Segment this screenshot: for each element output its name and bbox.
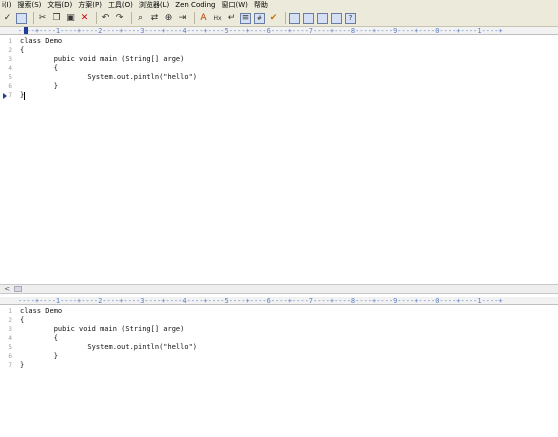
indent-icon[interactable]: ⇥ — [177, 13, 188, 24]
code-line: 4 { — [0, 64, 558, 73]
line-number: 7 — [8, 92, 12, 99]
code-line: 5 System.out.pintln("hello") — [0, 73, 558, 82]
help-icon[interactable]: ? — [345, 12, 356, 24]
find-in-files-icon[interactable]: ⊕ — [163, 13, 174, 24]
code-line: 6 } — [0, 82, 558, 91]
window-icon[interactable] — [289, 12, 300, 24]
code-line: 3 pubic void main (String[] arge) — [0, 55, 558, 64]
line-number: 3 — [8, 56, 12, 63]
wrap-icon[interactable]: ↵ — [226, 13, 237, 24]
code-line: 4 { — [0, 334, 558, 343]
cut-icon[interactable]: ✂ — [37, 13, 48, 24]
undo-icon[interactable]: ↶ — [100, 13, 111, 24]
line-number: 6 — [8, 83, 12, 90]
window-tile-icon[interactable] — [303, 12, 314, 24]
code-line: 5 System.out.pintln("hello") — [0, 343, 558, 352]
line-text: class Demo — [20, 37, 63, 45]
line-number: 2 — [8, 317, 12, 324]
code-line: 7 } — [0, 361, 558, 370]
line-number: 1 — [8, 38, 12, 45]
code-line: 2 { — [0, 316, 558, 325]
line-number: 2 — [8, 47, 12, 54]
find-icon[interactable]: ⌕ — [135, 13, 146, 24]
code-lines: 1 class Demo 2 { 3 pubic void main (Stri… — [0, 37, 558, 100]
line-number: 5 — [8, 74, 12, 81]
ruler-top: ----+----1----+----2----+----3----+----4… — [0, 27, 558, 35]
menu-item-browser[interactable]: 浏览器(L) — [137, 0, 173, 10]
line-number: 1 — [8, 308, 12, 315]
toolbar-separator — [131, 12, 132, 24]
paste-icon[interactable]: ▣ — [65, 13, 76, 24]
toolbar-separator — [194, 12, 195, 24]
menu-item-help[interactable]: 帮助 — [252, 0, 272, 10]
menu-item-window[interactable]: 窗口(W) — [220, 0, 252, 10]
code-line: 3 pubic void main (String[] arge) — [0, 325, 558, 334]
line-text: pubic void main (String[] arge) — [20, 325, 185, 333]
code-line: 6 } — [0, 352, 558, 361]
code-line: 1 class Demo — [0, 37, 558, 46]
line-number: 4 — [8, 335, 12, 342]
save-icon[interactable]: ✓ — [2, 13, 13, 24]
menu-item-tools[interactable]: 工具(O) — [106, 0, 137, 10]
line-number: 5 — [8, 344, 12, 351]
menu-item-edit[interactable]: i(I) — [0, 0, 15, 10]
toolbar-separator — [33, 12, 34, 24]
text-caret — [24, 92, 25, 100]
copy-icon[interactable]: ❐ — [51, 13, 62, 24]
menu-item-search[interactable]: 搜索(S) — [15, 0, 45, 10]
line-number: 3 — [8, 326, 12, 333]
toolbar: ✓ ✂ ❐ ▣ ✕ ↶ ↷ ⌕ ⇄ ⊕ ⇥ A Hx ↵ ≡ # ✔ ? — [0, 10, 558, 27]
ruler-ticks: ----+----1----+----2----+----3----+----4… — [18, 27, 503, 35]
code-line: 2 { — [0, 46, 558, 55]
ruler-cursor-marker — [24, 27, 28, 34]
line-text: { — [20, 334, 58, 342]
list-icon[interactable]: ≡ — [240, 12, 251, 24]
replace-icon[interactable]: ⇄ — [149, 13, 160, 24]
editor-pane-top[interactable]: 1 class Demo 2 { 3 pubic void main (Stri… — [0, 35, 558, 284]
redo-icon[interactable]: ↷ — [114, 13, 125, 24]
save-all-icon[interactable] — [16, 12, 27, 24]
line-number: 6 — [8, 353, 12, 360]
line-text: { — [20, 316, 25, 324]
line-text: } — [20, 82, 58, 90]
menu-bar: i(I) 搜索(S) 文档(D) 方案(P) 工具(O) 浏览器(L) Zen … — [0, 0, 558, 10]
line-text: System.out.pintln("hello") — [20, 73, 198, 81]
code-line: 1 class Demo — [0, 307, 558, 316]
menu-item-scheme[interactable]: 方案(P) — [76, 0, 106, 10]
menu-item-zen-coding[interactable]: Zen Coding — [173, 0, 219, 10]
toolbar-separator — [96, 12, 97, 24]
line-text: } — [20, 352, 58, 360]
line-text: { — [20, 64, 58, 72]
window-cascade-icon[interactable] — [317, 12, 328, 24]
menu-item-document[interactable]: 文档(D) — [45, 0, 76, 10]
hex-icon[interactable]: Hx — [212, 13, 223, 24]
ruler-bottom: ----+----1----+----2----+----3----+----4… — [0, 297, 558, 305]
scroll-left-icon[interactable]: < — [1, 285, 13, 293]
line-text: System.out.pintln("hello") — [20, 343, 198, 351]
line-numbers-icon[interactable]: # — [254, 12, 265, 24]
horizontal-scrollbar[interactable]: < — [0, 284, 558, 294]
font-size-icon[interactable]: A — [198, 13, 209, 24]
line-text: pubic void main (String[] arge) — [20, 55, 185, 63]
line-text: { — [20, 46, 25, 54]
spell-check-icon[interactable]: ✔ — [268, 13, 279, 24]
line-number: 4 — [8, 65, 12, 72]
line-number: 7 — [8, 362, 12, 369]
window-list-icon[interactable] — [331, 12, 342, 24]
code-lines: 1 class Demo 2 { 3 pubic void main (Stri… — [0, 307, 558, 370]
delete-icon[interactable]: ✕ — [79, 13, 90, 24]
toolbar-separator — [285, 12, 286, 24]
code-line-current: 7 } — [0, 91, 558, 100]
scroll-thumb[interactable] — [14, 286, 22, 292]
ruler-ticks: ----+----1----+----2----+----3----+----4… — [18, 297, 503, 305]
editor-pane-bottom[interactable]: 1 class Demo 2 { 3 pubic void main (Stri… — [0, 305, 558, 437]
line-text: } — [20, 361, 25, 369]
line-text: class Demo — [20, 307, 63, 315]
